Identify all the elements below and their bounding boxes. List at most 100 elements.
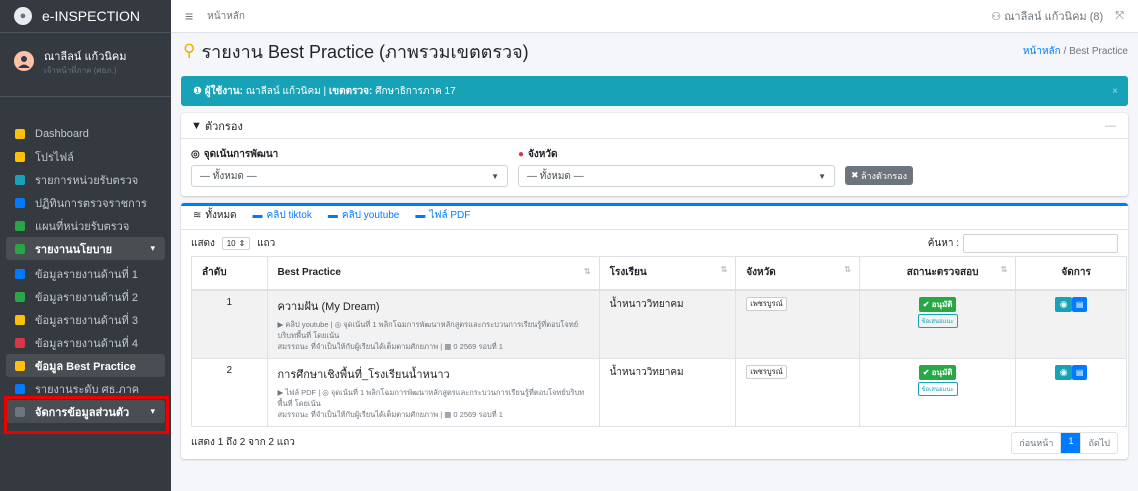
sidebar-item-3[interactable]: ปฏิทินการตรวจราชการ	[6, 191, 165, 214]
breadcrumb-home[interactable]: หน้าหลัก	[1023, 46, 1061, 57]
sidebar-item-label: โปรไฟล์	[35, 151, 74, 164]
user-role: เจ้าหน้าที่ภาค (ศธภ.)	[44, 66, 117, 75]
brand-logo-icon: ●	[14, 7, 32, 25]
sidebar-item-2[interactable]: รายการหน่วยรับตรวจ	[6, 168, 165, 191]
collapse-icon[interactable]: —	[1105, 120, 1116, 132]
topbar-home-link[interactable]: หน้าหลัก	[207, 9, 245, 24]
province-filter: ● จังหวัด — ทั้งหมด — ▼	[518, 147, 835, 187]
clipboard-button[interactable]: ▤	[1072, 296, 1088, 312]
sidebar-item-4[interactable]: แผนที่หน่วยรับตรวจ	[6, 214, 165, 237]
province-select[interactable]: — ทั้งหมด — ▼	[518, 165, 835, 187]
alert-zone: ศึกษาธิการภาค 17	[375, 85, 456, 97]
tab-0[interactable]: ≋ ทั้งหมด	[191, 208, 247, 229]
column-header-5[interactable]: จัดการ	[1015, 256, 1127, 291]
focus-select[interactable]: — ทั้งหมด — ▼	[191, 165, 508, 187]
topbar-user[interactable]: ⚇ ณาลีลน์ แก้วนิคม (8)	[991, 7, 1103, 25]
search-box: ค้นหา :	[928, 233, 1118, 253]
meta-line-2: สมรรถนะ ที่จำเป็นให้กับผู้เรียนได้เต็มตา…	[277, 409, 503, 419]
page-1-button[interactable]: 1	[1061, 432, 1082, 453]
results-card: ≋ ทั้งหมด ▬ คลิป tiktok ▬ คลิป youtube ▬ ไฟล์ P…	[181, 203, 1128, 459]
row-number: 1	[191, 289, 268, 359]
sidebar-item-label: ข้อมูล Best Practice	[35, 360, 136, 373]
user-panel[interactable]: ณาลีลน์ แก้วนิคม เจ้าหน้าที่ภาค (ศธภ.)	[0, 33, 171, 97]
sidebar-item-11[interactable]: รายงานระดับ ศธ.ภาค	[6, 377, 165, 400]
column-header-4[interactable]: สถานะตรวจสอบ ⇅	[858, 256, 1017, 291]
sort-icon: ⇅	[1000, 265, 1008, 275]
column-header-0[interactable]: ลำดับ	[191, 256, 268, 291]
filter-icon: ▼	[191, 119, 205, 132]
view-button[interactable]: ◉	[1055, 364, 1073, 380]
tab-1[interactable]: ▬ คลิป tiktok	[251, 208, 322, 229]
sidebar-item-0[interactable]: Dashboard	[6, 122, 165, 145]
sidebar-item-12[interactable]: จัดการข้อมูลส่วนตัว ▾	[6, 400, 165, 423]
school-cell: น้ำหนาววิทยาคม	[598, 289, 737, 359]
user-icon	[14, 151, 26, 163]
table-body: 1 ความฝัน (My Dream) ▶ คลิป youtube | ◎ จุ…	[191, 289, 1127, 427]
school-cell: น้ำหนาววิทยาคม	[598, 357, 737, 427]
feedback-badge[interactable]: ข้อเสนอแนะ	[917, 313, 958, 328]
filter-header: ▼ ตัวกรอง —	[181, 113, 1128, 139]
clipboard-icon: ▤	[1075, 299, 1084, 309]
sidebar-item-7[interactable]: ข้อมูลรายงานด้านที่ 2	[6, 285, 165, 308]
sidebar-item-6[interactable]: ข้อมูลรายงานด้านที่ 1	[6, 262, 165, 285]
column-header-label: จังหวัด	[746, 267, 776, 279]
prev-page-button[interactable]: ก่อนหน้า	[1012, 432, 1062, 453]
next-page-button[interactable]: ถัดไป	[1081, 433, 1117, 453]
tab-3[interactable]: ▬ ไฟล์ PDF	[413, 208, 480, 229]
sidebar-item-label: จัดการข้อมูลส่วนตัว	[35, 406, 130, 419]
table-toolbar: แสดง 10 ⇕ แถว ค้นหา :	[181, 230, 1128, 256]
column-header-3[interactable]: จังหวัด ⇅	[735, 256, 860, 291]
rows-label: แถว	[257, 237, 276, 249]
updown-icon: ⇕	[238, 238, 246, 248]
length-select[interactable]: 10 ⇕	[221, 236, 251, 250]
dashboard-icon	[14, 128, 26, 140]
column-header-label: จัดการ	[1061, 267, 1091, 279]
list-icon	[14, 174, 26, 186]
clipboard-button[interactable]: ▤	[1072, 364, 1088, 380]
table-footer: แสดง 1 ถึง 2 จาก 2 แถว ก่อนหน้า 1 ถัดไป	[181, 427, 1128, 459]
sidebar-item-label: รายการหน่วยรับตรวจ	[35, 174, 139, 187]
folder-icon: ▬	[252, 210, 263, 221]
tab-2[interactable]: ▬ คลิป youtube	[326, 208, 410, 229]
brand[interactable]: ● e-INSPECTION	[0, 0, 171, 33]
topbar-user-label: ณาลีลน์ แก้วนิคม (8)	[1004, 11, 1104, 23]
focus-label-text: จุดเน้นการพัฒนา	[203, 149, 279, 160]
close-icon[interactable]: ×	[1112, 86, 1118, 97]
eye-icon: ◉	[1059, 366, 1068, 377]
clear-filter-button[interactable]: ✖ ล้างตัวกรอง	[845, 166, 913, 185]
fullscreen-icon[interactable]: ⤧	[1115, 10, 1124, 23]
sidebar-item-label: รายงานระดับ ศธ.ภาค	[35, 383, 140, 396]
menu-toggle-icon[interactable]: ≡	[185, 8, 193, 24]
focus-label: ◎ จุดเน้นการพัฒนา	[191, 147, 508, 162]
chevron-down-icon: ▼	[491, 171, 499, 181]
province-badge: เพชรบูรณ์	[746, 296, 787, 311]
best-practice-title[interactable]: ความฝัน (My Dream)	[278, 297, 589, 315]
column-header-2[interactable]: โรงเรียน ⇅	[598, 256, 737, 291]
actions-cell: ◉ ▤	[1015, 357, 1127, 427]
search-input[interactable]	[963, 233, 1118, 253]
table-row: 2 การศึกษาเชิงพื้นที่_โรงเรียนน้ำหนาว ▶ ไฟ…	[191, 357, 1127, 427]
row-number: 2	[191, 357, 268, 427]
sidebar-item-10[interactable]: ข้อมูล Best Practice	[6, 354, 165, 377]
chart-icon	[14, 383, 26, 395]
table-info: แสดง 1 ถึง 2 จาก 2 แถว	[191, 437, 295, 448]
file-icon	[14, 337, 26, 349]
user-icon: ⚇	[991, 11, 1005, 23]
sidebar-nav: Dashboard โปรไฟล์รายการหน่วยรับตรวจปฏิทิน…	[0, 122, 171, 423]
best-practice-title[interactable]: การศึกษาเชิงพื้นที่_โรงเรียนน้ำหนาว	[278, 365, 589, 383]
feedback-badge[interactable]: ข้อเสนอแนะ	[917, 381, 958, 396]
sidebar-item-label: ข้อมูลรายงานด้านที่ 4	[35, 337, 138, 350]
sidebar-item-9[interactable]: ข้อมูลรายงานด้านที่ 4	[6, 331, 165, 354]
view-button[interactable]: ◉	[1055, 296, 1073, 312]
status-badge: ✔ อนุมัติ	[918, 296, 957, 312]
chevron-down-icon: ▼	[818, 171, 826, 181]
sidebar-item-1[interactable]: โปรไฟล์	[6, 145, 165, 168]
sidebar-item-5[interactable]: รายงานนโยบาย ▾	[6, 237, 165, 260]
brand-title: e-INSPECTION	[42, 8, 141, 24]
column-header-1[interactable]: Best Practice ⇅	[266, 256, 600, 291]
filter-card: ▼ ตัวกรอง — ◎ จุดเน้นการพัฒนา — ทั้งหมด —…	[181, 113, 1128, 196]
medal-icon	[14, 360, 26, 372]
sidebar-item-8[interactable]: ข้อมูลรายงานด้านที่ 3	[6, 308, 165, 331]
pagination: ก่อนหน้า 1 ถัดไป	[1011, 431, 1118, 454]
focus-filter: ◎ จุดเน้นการพัฒนา — ทั้งหมด — ▼	[191, 147, 508, 187]
